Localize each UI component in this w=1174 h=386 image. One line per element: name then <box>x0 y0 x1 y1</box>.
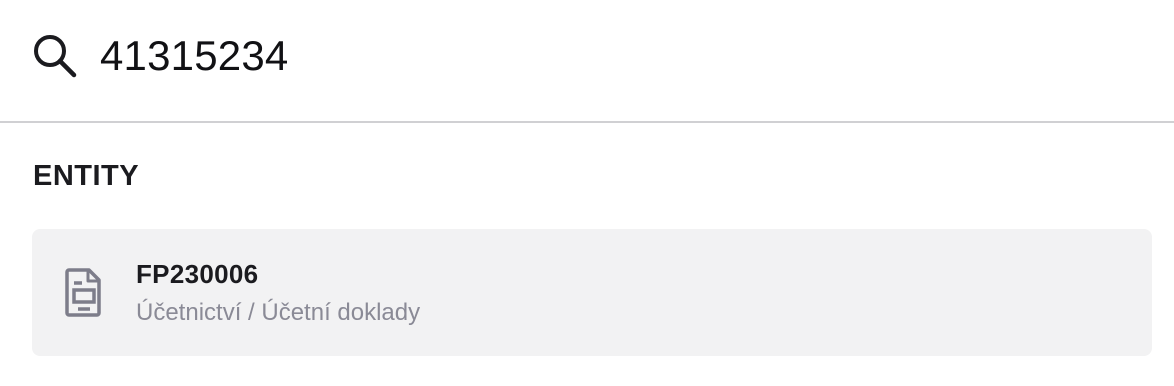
result-title: FP230006 <box>136 259 259 289</box>
search-bar <box>0 0 1174 123</box>
search-input[interactable] <box>100 28 1140 84</box>
result-item[interactable]: FP230006 Účetnictví / Účetní doklady <box>32 229 1152 356</box>
section-title: ENTITY <box>33 160 140 192</box>
result-breadcrumb: Účetnictví / Účetní doklady <box>136 299 421 326</box>
document-icon <box>65 268 101 317</box>
search-icon[interactable] <box>30 31 78 79</box>
